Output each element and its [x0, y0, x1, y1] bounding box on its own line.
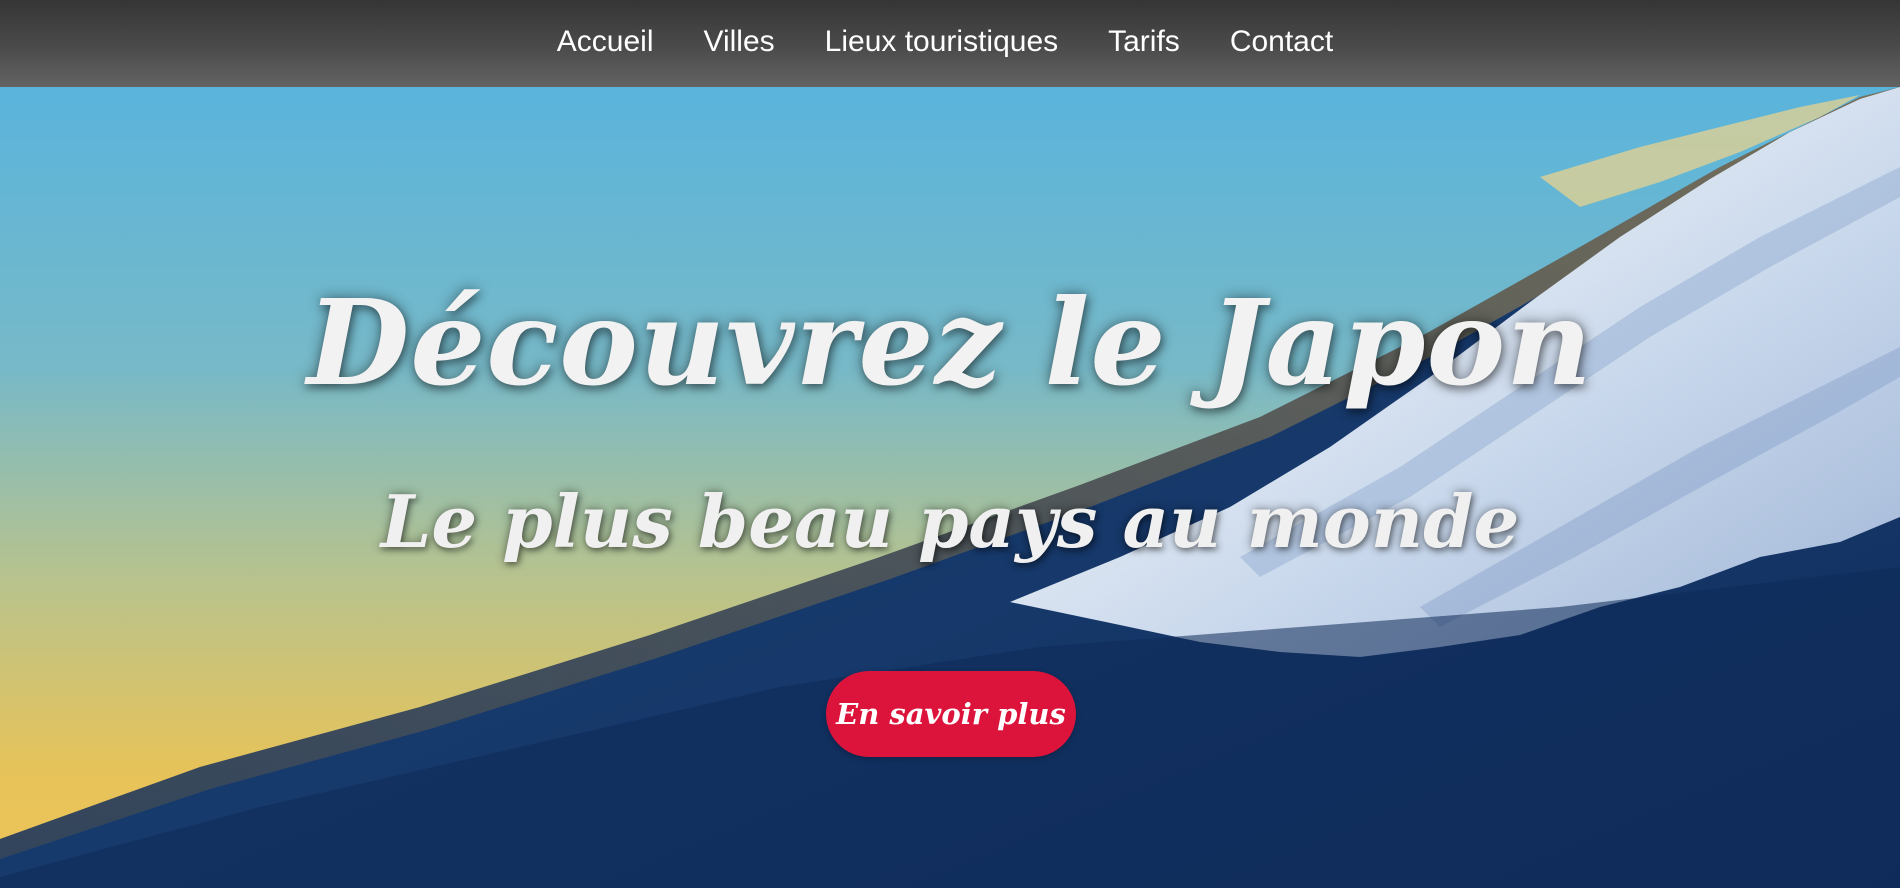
hero-subtitle: Le plus beau pays au monde [380, 479, 1520, 564]
page: Accueil Villes Lieux touristiques Tarifs… [0, 0, 1900, 888]
nav-item-tarifs[interactable]: Tarifs [1083, 25, 1205, 59]
top-navigation-bar: Accueil Villes Lieux touristiques Tarifs… [0, 0, 1900, 87]
nav-item-lieux-touristiques[interactable]: Lieux touristiques [800, 25, 1083, 59]
nav-menu: Accueil Villes Lieux touristiques Tarifs… [532, 25, 1358, 59]
hero-section: Découvrez le Japon Le plus beau pays au … [0, 87, 1900, 888]
learn-more-button[interactable]: En savoir plus [826, 671, 1076, 757]
hero-content: Découvrez le Japon Le plus beau pays au … [0, 87, 1900, 888]
nav-item-contact[interactable]: Contact [1205, 25, 1358, 59]
nav-item-accueil[interactable]: Accueil [532, 25, 679, 59]
hero-title: Découvrez le Japon [307, 273, 1593, 412]
nav-item-villes[interactable]: Villes [679, 25, 800, 59]
